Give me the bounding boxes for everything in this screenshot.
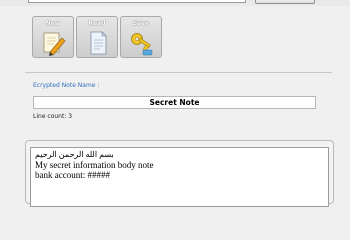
pencil-note-icon xyxy=(43,32,66,56)
new-button[interactable]: New xyxy=(32,16,74,58)
note-body-line: bank account: ##### xyxy=(35,170,110,180)
note-body-textarea[interactable]: بسم الله الرحمن الرحيم My secret informa… xyxy=(30,147,329,207)
document-icon xyxy=(90,31,107,55)
save-button[interactable]: Save xyxy=(120,16,162,58)
note-body-line: بسم الله الرحمن الرحيم xyxy=(35,150,114,159)
top-field[interactable] xyxy=(28,0,246,3)
new-button-label: New xyxy=(45,20,61,27)
top-button[interactable] xyxy=(255,0,315,4)
save-button-label: Save xyxy=(132,20,150,27)
line-count: Line count: 3 xyxy=(33,113,73,120)
note-name-label: Ecrypted Note Name : xyxy=(33,82,100,89)
divider xyxy=(25,72,332,73)
read-button[interactable]: Read xyxy=(76,16,118,58)
note-name-field[interactable]: Secret Note xyxy=(33,96,316,109)
note-body-line: My secret information body note xyxy=(35,160,154,170)
read-button-label: Read xyxy=(88,20,106,27)
key-icon xyxy=(131,33,153,56)
